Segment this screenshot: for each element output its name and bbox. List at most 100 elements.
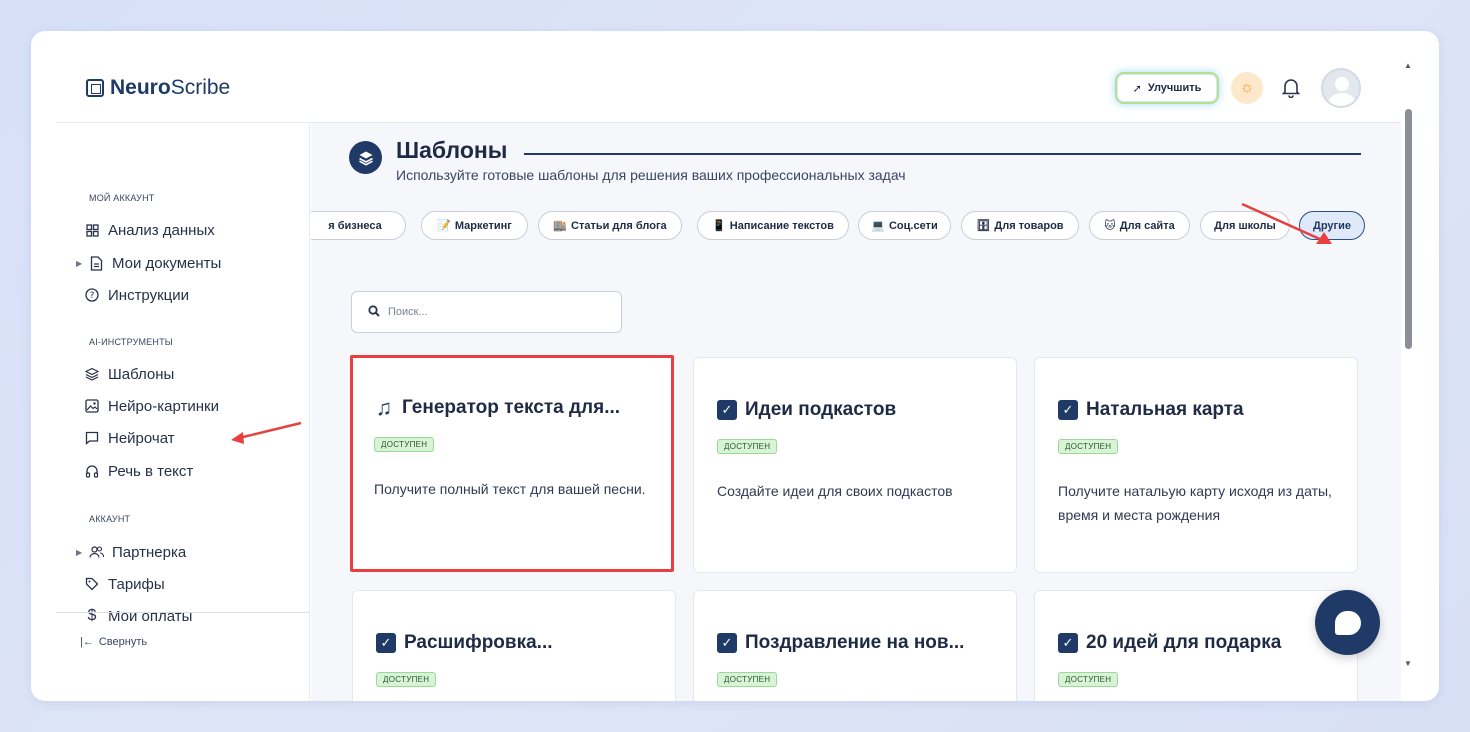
caret-right-icon[interactable]: ▶ xyxy=(76,259,82,268)
status-badge: ДОСТУПЕН xyxy=(374,437,435,452)
sidebar-item-label: Тарифы xyxy=(108,575,165,593)
card-title: Расшифровка... xyxy=(404,632,553,653)
status-badge: ДОСТУПЕН xyxy=(1058,672,1119,687)
bell-icon xyxy=(1282,79,1300,98)
card-title: Натальная карта xyxy=(1086,399,1244,420)
sidebar-item-templates[interactable]: Шаблоны xyxy=(84,363,174,385)
cabinet-icon: 🗄 xyxy=(976,220,991,232)
search-placeholder: Поиск... xyxy=(388,306,428,318)
laptop-icon: 💻 xyxy=(871,220,885,232)
annotation-arrow-right xyxy=(1241,202,1332,244)
sidebar-item-neurochat[interactable]: Нейрочат xyxy=(84,427,175,449)
checkbox-icon: ✓ xyxy=(1058,633,1078,653)
chip-blog-articles[interactable]: 🏬 Статьи для блога xyxy=(538,211,682,240)
sidebar-item-label: Нейрочат xyxy=(108,429,175,447)
status-badge: ДОСТУПЕН xyxy=(717,672,778,687)
music-note-icon: ♫ xyxy=(375,395,393,420)
template-card[interactable]: ✓ 20 идей для подарка ДОСТУПЕН xyxy=(1034,590,1358,701)
app-logo[interactable]: NeuroScribe xyxy=(86,76,230,100)
chat-bubble-icon xyxy=(1334,610,1361,635)
chip-label: Для сайта xyxy=(1119,219,1175,232)
search-input[interactable]: Поиск... xyxy=(351,291,622,333)
collapse-left-icon: |← xyxy=(80,636,94,648)
chip-products[interactable]: 🗄 Для товаров xyxy=(961,211,1079,240)
rocket-icon: ➚ xyxy=(1132,82,1142,95)
sidebar-item-data-analysis[interactable]: Анализ данных xyxy=(84,219,215,241)
building-icon: 🏬 xyxy=(553,220,568,232)
sidebar-section-ai-tools: AI-ИНСТРУМЕНТЫ xyxy=(89,337,173,347)
sidebar-item-label: Нейро-картинки xyxy=(108,397,219,415)
layers-icon xyxy=(84,366,100,382)
help-circle-icon: ? xyxy=(84,287,100,303)
upgrade-button[interactable]: ➚ Улучшить xyxy=(1115,72,1219,104)
sidebar-divider xyxy=(56,612,310,613)
users-icon xyxy=(88,544,104,560)
sidebar-item-label: Речь в текст xyxy=(108,462,194,480)
headphones-icon xyxy=(84,463,100,479)
sidebar-item-my-payments[interactable]: $ Мои оплаты xyxy=(84,605,193,627)
card-title: 20 идей для подарка xyxy=(1086,632,1282,653)
template-card[interactable]: ✓ Поздравление на нов... ДОСТУПЕН xyxy=(693,590,1017,701)
cat-icon: 🐱 xyxy=(1104,220,1116,232)
svg-text:?: ? xyxy=(90,291,95,301)
scroll-down-icon[interactable]: ▼ xyxy=(1404,659,1412,668)
page-title: Шаблоны xyxy=(396,137,508,163)
user-avatar[interactable] xyxy=(1321,68,1361,108)
template-card[interactable]: ✓ Идеи подкастов ДОСТУПЕН Создайте идеи … xyxy=(693,357,1017,573)
chip-social[interactable]: 💻 Соц.сети xyxy=(858,211,951,240)
logo-bold-text: Neuro xyxy=(110,76,171,99)
chip-label: Для товаров xyxy=(994,219,1064,232)
chip-marketing[interactable]: 📝 Маркетинг xyxy=(421,211,528,240)
layers-icon xyxy=(349,141,382,174)
theme-toggle-button[interactable]: ☼ xyxy=(1231,72,1263,104)
upgrade-label: Улучшить xyxy=(1147,82,1202,94)
sidebar-item-instructions[interactable]: ? Инструкции xyxy=(84,284,189,306)
card-title: Идеи подкастов xyxy=(745,399,897,420)
status-badge: ДОСТУПЕН xyxy=(376,672,437,687)
chip-business[interactable]: я бизнеса xyxy=(311,211,406,240)
status-badge: ДОСТУПЕН xyxy=(717,439,778,454)
chip-label: Соц.сети xyxy=(888,219,938,232)
sidebar-item-speech-to-text[interactable]: Речь в текст xyxy=(84,460,193,482)
chip-website[interactable]: 🐱 Для сайта xyxy=(1089,211,1190,240)
checkbox-icon: ✓ xyxy=(717,633,737,653)
template-card[interactable]: ✓ Расшифровка... ДОСТУПЕН xyxy=(352,590,676,701)
sidebar-section-account: АККАУНТ xyxy=(89,514,131,524)
sidebar-item-label: Инструкции xyxy=(108,286,190,304)
chat-icon xyxy=(84,430,100,446)
notifications-button[interactable] xyxy=(1279,75,1303,101)
image-icon xyxy=(84,398,100,414)
sidebar-item-partner[interactable]: ▶ Партнерка xyxy=(76,541,187,563)
sidebar-item-my-documents[interactable]: ▶ Мои документы xyxy=(76,252,221,274)
chat-widget-button[interactable] xyxy=(1315,590,1380,655)
collapse-sidebar-button[interactable]: |← Свернуть xyxy=(80,636,147,648)
card-title: Поздравление на нов... xyxy=(745,632,965,653)
card-description: Получите полный текст для вашей песни. xyxy=(374,481,646,497)
search-icon xyxy=(368,304,380,320)
scroll-up-icon[interactable]: ▲ xyxy=(1404,61,1412,70)
grid-icon xyxy=(84,222,100,238)
sidebar-item-tariffs[interactable]: Тарифы xyxy=(84,573,165,595)
sidebar-item-label: Мои оплаты xyxy=(108,607,193,625)
caret-right-icon[interactable]: ▶ xyxy=(76,548,82,557)
top-header: NeuroScribe ➚ Улучшить ☼ xyxy=(31,31,1401,121)
sun-icon: ☼ xyxy=(1239,79,1255,96)
chip-text-writing[interactable]: 📱 Написание текстов xyxy=(697,211,849,240)
vertical-scrollbar[interactable]: ▲ ▼ xyxy=(1401,61,1415,671)
sidebar-item-neuro-images[interactable]: Нейро-картинки xyxy=(84,395,219,417)
template-card[interactable]: ✓ Натальная карта ДОСТУПЕН Получите ната… xyxy=(1034,357,1358,573)
tag-icon xyxy=(84,576,100,592)
chip-label: Маркетинг xyxy=(454,219,512,232)
document-icon xyxy=(88,255,104,271)
chip-label: я бизнеса xyxy=(328,219,382,232)
page-subtitle: Используйте готовые шаблоны для решения … xyxy=(396,167,906,183)
scroll-thumb[interactable] xyxy=(1405,109,1412,349)
card-description: Создайте идеи для своих подкастов xyxy=(717,483,953,499)
checkbox-icon: ✓ xyxy=(376,633,396,653)
template-card[interactable]: ♫ Генератор текста для... ДОСТУПЕН Получ… xyxy=(350,355,674,572)
phone-icon: 📱 xyxy=(712,220,726,232)
logo-icon xyxy=(86,79,104,97)
memo-icon: 📝 xyxy=(437,220,451,232)
sidebar-item-label: Анализ данных xyxy=(108,221,215,239)
sidebar-item-label: Партнерка xyxy=(112,543,187,561)
